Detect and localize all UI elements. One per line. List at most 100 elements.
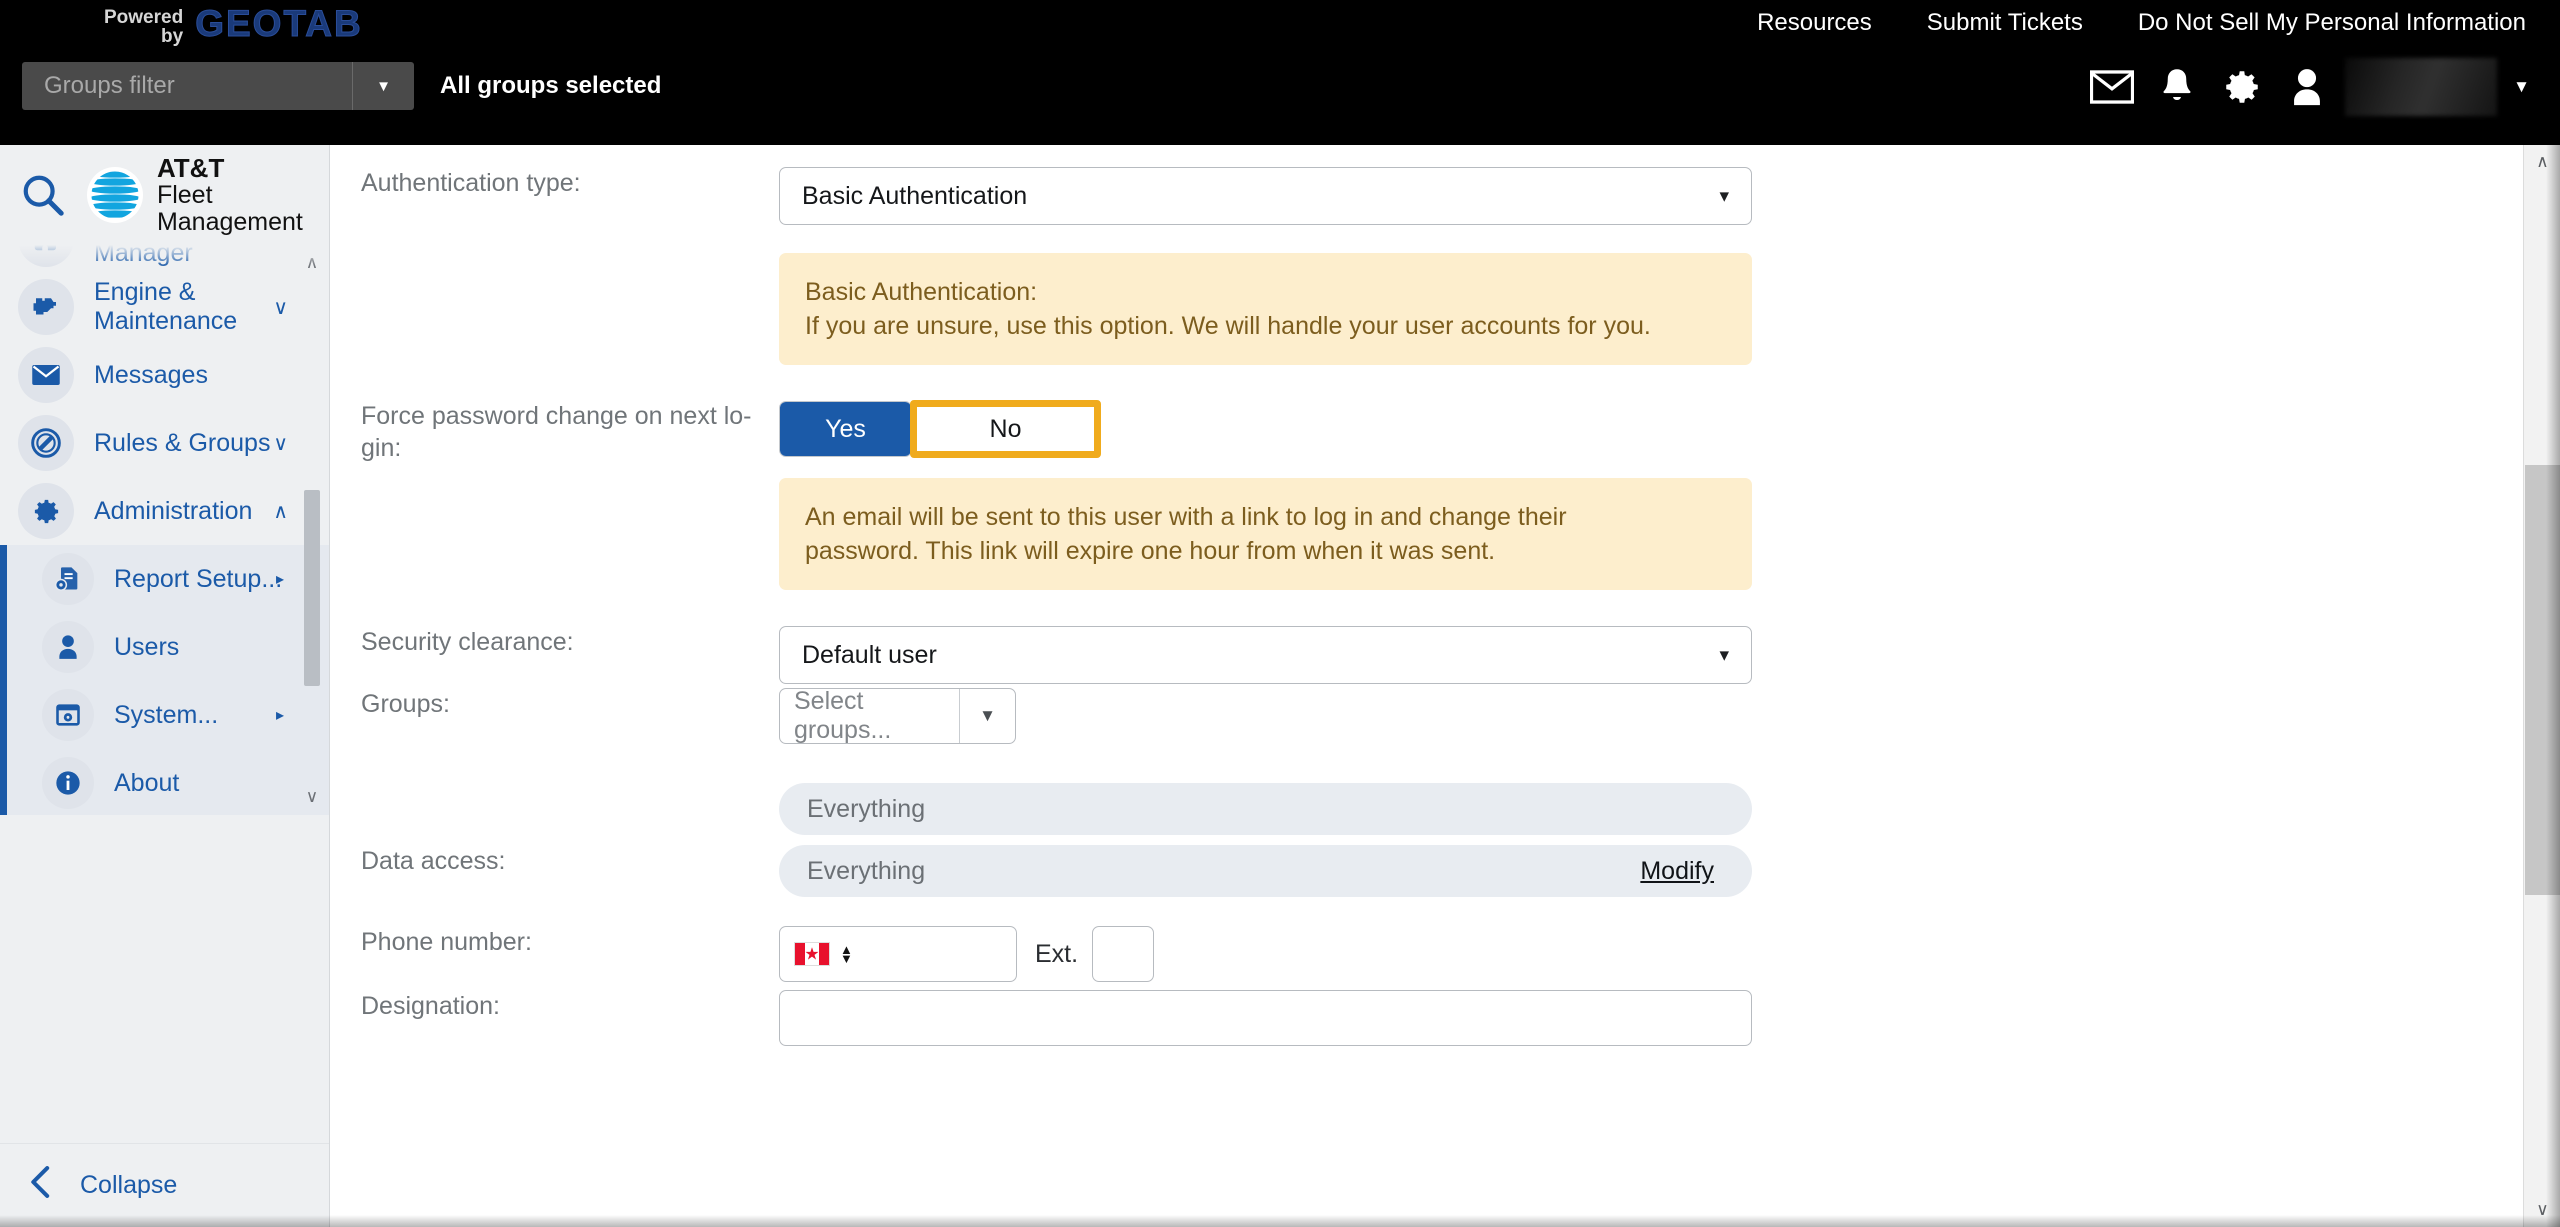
- sidebar-nav-scroll-area[interactable]: AT&T Workforce Manager Engine & Maintena…: [0, 245, 329, 815]
- sidebar-item-engine-maintenance[interactable]: Engine & Maintenance ∨: [0, 273, 329, 341]
- user-icon[interactable]: [2274, 59, 2339, 115]
- link-resources[interactable]: Resources: [1757, 9, 1872, 37]
- sidebar-item-messages[interactable]: Messages: [0, 341, 329, 409]
- groups-everything-label: Everything: [807, 794, 926, 823]
- chevron-left-icon[interactable]: [26, 1165, 72, 1207]
- collapse-label: Collapse: [80, 1171, 178, 1199]
- content-scrollbar[interactable]: ∧ ∨: [2523, 145, 2560, 1227]
- row-force-password-change: Force password change on next lo- gin: Y…: [331, 400, 2523, 464]
- maple-leaf-glyph: ★: [804, 944, 820, 964]
- chevron-right-icon[interactable]: ▸: [276, 569, 284, 589]
- top-icon-cluster: ▼: [2079, 58, 2530, 116]
- puzzle-icon: [18, 245, 74, 267]
- row-security-clearance: Security clearance: Default user ▾: [331, 626, 2523, 684]
- chevron-down-icon[interactable]: ∨: [273, 431, 288, 456]
- phone-number-input[interactable]: ★ ▲ ▼: [779, 926, 1017, 982]
- data-access-modify-link[interactable]: Modify: [1640, 857, 1714, 886]
- force-password-no-button[interactable]: No: [917, 407, 1094, 451]
- sidebar-item-rules-groups[interactable]: Rules & Groups ∨: [0, 409, 329, 477]
- att-fleet-management-logo: AT&T Fleet Management: [86, 153, 329, 236]
- security-clearance-select[interactable]: Default user ▾: [779, 626, 1752, 684]
- att-brand-line1: AT&T: [156, 153, 225, 184]
- row-groups: Groups: Select groups... ▼: [331, 688, 2523, 744]
- authentication-type-select[interactable]: Basic Authentication ▾: [779, 167, 1752, 225]
- account-name-redacted: [2345, 58, 2498, 116]
- groups-label: Groups:: [361, 690, 450, 718]
- row-phone-number: Phone number: ★ ▲ ▼ Ext.: [331, 926, 2523, 982]
- designation-input[interactable]: [779, 990, 1752, 1046]
- authentication-type-value: Basic Authentication: [802, 181, 1028, 210]
- force-password-notice-control: An email will be sent to this user with …: [779, 478, 2523, 590]
- att-brand-text: AT&T Fleet Management: [156, 153, 329, 236]
- sidebar-nav-list: AT&T Workforce Manager Engine & Maintena…: [0, 245, 329, 815]
- chevron-down-icon[interactable]: ▼: [352, 62, 414, 110]
- data-access-value: Everything: [807, 856, 926, 885]
- force-password-label: Force password change on next lo- gin:: [331, 400, 779, 464]
- scroll-down-icon[interactable]: ∨: [301, 784, 323, 810]
- chevron-down-icon[interactable]: ▼: [959, 689, 1015, 743]
- mail-icon[interactable]: [2079, 59, 2144, 115]
- groups-filter-combobox[interactable]: Groups filter ▼: [22, 62, 414, 110]
- gear-icon[interactable]: [2209, 59, 2274, 115]
- sidebar-scrollbar[interactable]: ∧ ∨: [301, 250, 323, 810]
- chevron-down-icon[interactable]: ▾: [1719, 644, 1729, 667]
- link-do-not-sell[interactable]: Do Not Sell My Personal Information: [2138, 9, 2526, 37]
- data-access-label: Data access:: [361, 847, 506, 875]
- force-password-notice-box: An email will be sent to this user with …: [779, 478, 1752, 590]
- yes-button-wrapper: Yes: [779, 401, 912, 457]
- info-icon: [42, 757, 94, 809]
- link-submit-tickets[interactable]: Submit Tickets: [1927, 9, 2083, 37]
- auth-notice-box: Basic Authentication: If you are unsure,…: [779, 253, 1752, 365]
- person-icon: [42, 621, 94, 673]
- sidebar-item-administration[interactable]: Administration ∧: [0, 477, 329, 545]
- force-password-label-line2: gin:: [361, 434, 402, 462]
- chevron-up-icon[interactable]: ∧: [273, 499, 288, 524]
- security-clearance-label: Security clearance:: [361, 628, 574, 656]
- force-password-notice-line1: An email will be sent to this user with …: [805, 503, 1567, 531]
- scroll-up-icon[interactable]: ∧: [301, 250, 323, 276]
- groups-select-input[interactable]: Select groups...: [780, 689, 959, 743]
- row-data-access: Data access: Everything Modify: [331, 845, 2523, 897]
- security-clearance-control: Default user ▾: [779, 626, 2523, 684]
- no-entry-icon: [18, 415, 74, 471]
- account-chevron-down-icon[interactable]: ▼: [2513, 77, 2530, 97]
- sidebar-item-label: About: [114, 768, 180, 797]
- designation-control: [779, 990, 2523, 1046]
- groups-everything-chip[interactable]: Everything: [779, 783, 1752, 835]
- sidebar-item-about[interactable]: About: [0, 749, 329, 815]
- sidebar-collapse-button[interactable]: Collapse: [0, 1143, 329, 1227]
- force-password-label-line1: Force password change on next lo-: [361, 402, 752, 430]
- designation-label: Designation:: [361, 992, 500, 1020]
- sidebar-item-label: Users: [114, 632, 180, 661]
- groups-filter-input[interactable]: Groups filter: [22, 62, 352, 110]
- att-globe-icon: [86, 166, 143, 223]
- sidebar-item-users[interactable]: Users: [0, 613, 329, 681]
- sidebar-scrollbar-thumb[interactable]: [304, 490, 320, 686]
- scroll-down-icon[interactable]: ∨: [2524, 1193, 2560, 1227]
- sidebar-item-report-setup[interactable]: Report Setup... ▸: [0, 545, 329, 613]
- sidebar-item-label: Report Setup...: [114, 564, 283, 593]
- bell-icon[interactable]: [2144, 59, 2209, 115]
- att-brand-line2: Fleet Management: [156, 181, 303, 236]
- sidebar-item-att-workforce-manager[interactable]: AT&T Workforce Manager: [0, 245, 329, 273]
- country-spinner-icon[interactable]: ▲ ▼: [840, 943, 853, 965]
- chevron-down-icon[interactable]: ▾: [1719, 185, 1729, 208]
- content-scrollbar-thumb[interactable]: [2525, 465, 2560, 895]
- sidebar-item-label: Engine & Maintenance: [94, 278, 238, 335]
- top-header-bar: Powered by GEOTAB Resources Submit Ticke…: [0, 0, 2560, 145]
- search-icon[interactable]: [0, 172, 87, 218]
- sidebar-item-system[interactable]: System... ▸: [0, 681, 329, 749]
- auth-notice-control: Basic Authentication: If you are unsure,…: [779, 253, 2523, 365]
- chevron-right-icon[interactable]: ▸: [276, 705, 284, 725]
- all-groups-selected-label: All groups selected: [440, 72, 662, 99]
- groups-select-combobox[interactable]: Select groups... ▼: [779, 688, 1016, 744]
- chevron-down-icon[interactable]: ∨: [273, 295, 288, 320]
- extension-input[interactable]: [1092, 926, 1155, 982]
- row-authentication-type: Authentication type: Basic Authenticatio…: [331, 167, 2523, 225]
- spinner-down-arrow[interactable]: ▼: [840, 952, 853, 965]
- force-password-yes-button[interactable]: Yes: [780, 402, 911, 456]
- force-password-toggle-group: Yes No: [779, 400, 2523, 458]
- gear-icon: [18, 483, 74, 539]
- scroll-up-icon[interactable]: ∧: [2524, 145, 2560, 179]
- report-setup-icon: [42, 553, 94, 605]
